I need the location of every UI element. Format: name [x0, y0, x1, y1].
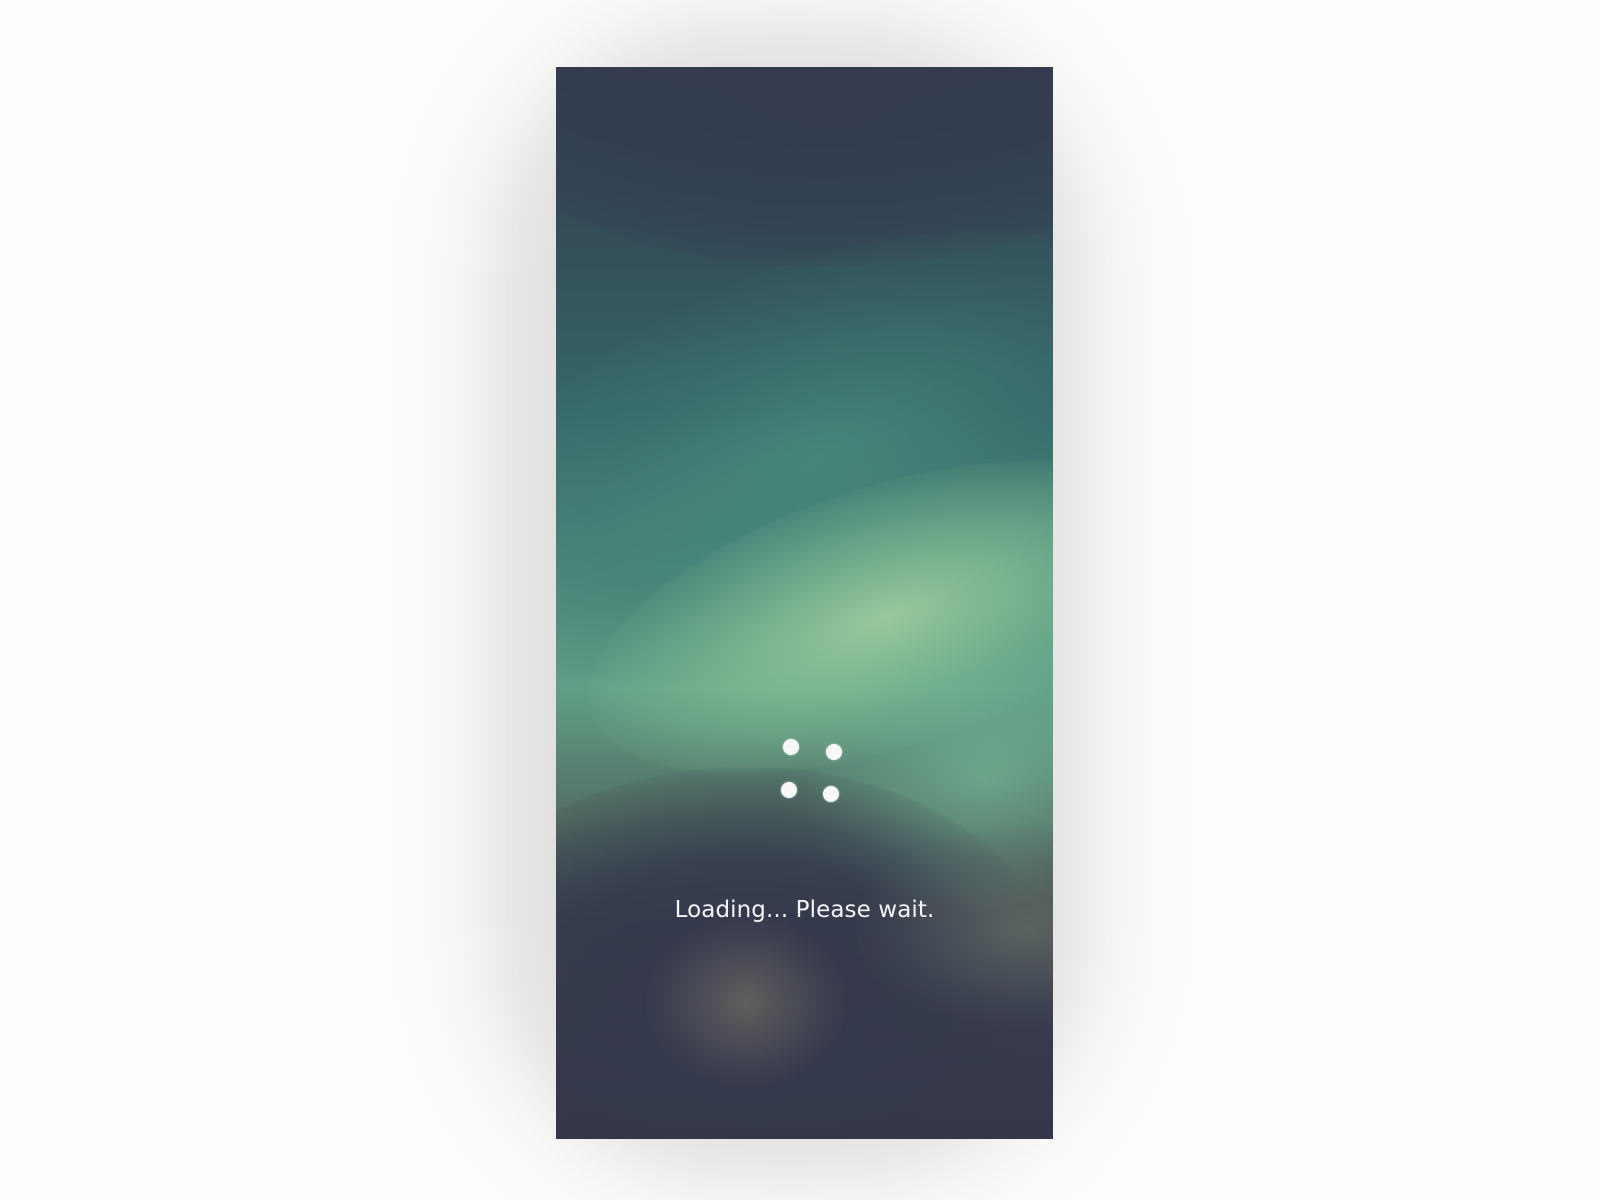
loading-message: Loading... Please wait. — [674, 897, 935, 923]
loading-spinner-icon — [781, 737, 842, 802]
background-blob — [646, 917, 846, 1087]
page: Loading... Please wait. — [0, 0, 1600, 1200]
spinner-dot — [823, 786, 839, 802]
spinner-dot — [826, 744, 842, 760]
loading-screen: Loading... Please wait. — [556, 67, 1053, 1139]
spinner-dot — [781, 782, 797, 798]
spinner-dot — [783, 739, 799, 755]
